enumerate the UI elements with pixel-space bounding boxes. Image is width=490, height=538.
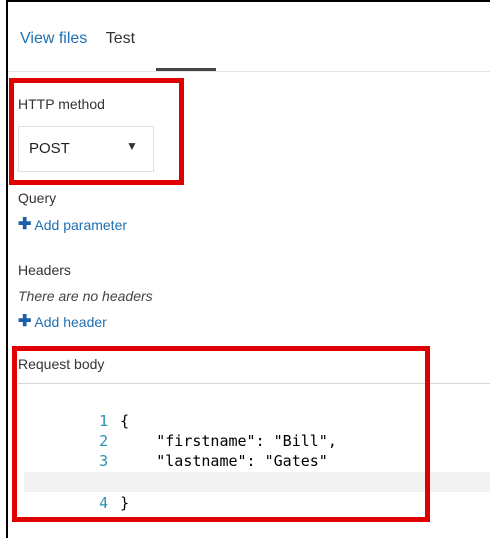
headers-label: Headers bbox=[18, 262, 71, 278]
tab-divider bbox=[8, 71, 490, 72]
tab-bar: View files Test bbox=[20, 30, 149, 48]
plus-icon: ✚ bbox=[18, 216, 32, 233]
plus-icon: ✚ bbox=[18, 313, 32, 330]
highlight-box-request-body bbox=[12, 346, 430, 522]
tab-view-files[interactable]: View files bbox=[20, 30, 87, 48]
query-label: Query bbox=[18, 190, 57, 206]
no-headers-text: There are no headers bbox=[18, 288, 153, 304]
tab-test[interactable]: Test bbox=[106, 30, 135, 48]
add-parameter-label: Add parameter bbox=[34, 217, 128, 233]
add-parameter-link[interactable]: ✚ Add parameter bbox=[18, 216, 128, 234]
add-header-label: Add header bbox=[34, 314, 107, 330]
highlight-box-http-method bbox=[9, 78, 184, 185]
add-header-link[interactable]: ✚ Add header bbox=[18, 313, 107, 331]
